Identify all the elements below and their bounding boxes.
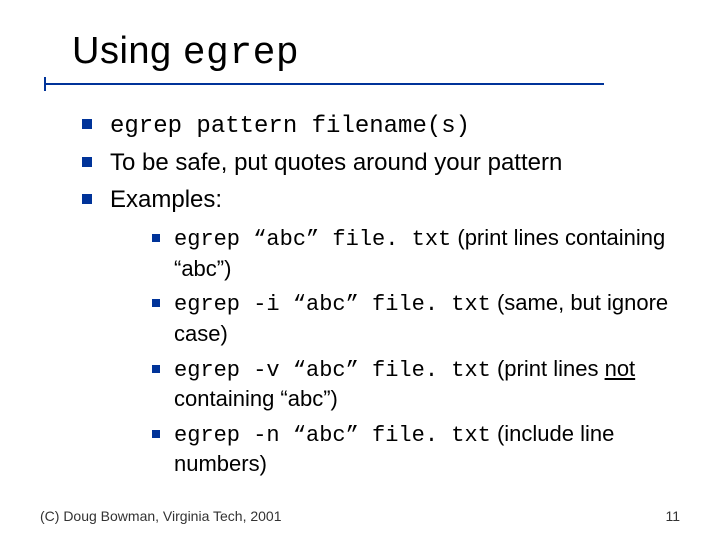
underline-tick <box>44 77 46 91</box>
bullet-examples: Examples: egrep “abc” file. txt (print l… <box>82 184 680 479</box>
example-invert-desc-a: (print lines <box>491 356 605 381</box>
quotes-text: To be safe, put quotes around your patte… <box>110 149 562 176</box>
example-ignore-case-cmd: egrep -i “abc” file. txt <box>174 292 491 317</box>
bullet-quotes: To be safe, put quotes around your patte… <box>82 147 680 179</box>
example-line-numbers: egrep -n “abc” file. txt (include line n… <box>152 420 680 479</box>
example-line-numbers-cmd: egrep -n “abc” file. txt <box>174 423 491 448</box>
slide-footer: (C) Doug Bowman, Virginia Tech, 2001 11 <box>40 508 680 524</box>
example-invert-desc-b: containing “abc”) <box>174 386 338 411</box>
example-ignore-case: egrep -i “abc” file. txt (same, but igno… <box>152 289 680 348</box>
slide-content: Using egrep egrep pattern filename(s) To… <box>0 0 720 479</box>
main-bullet-list: egrep pattern filename(s) To be safe, pu… <box>72 109 680 479</box>
example-invert: egrep -v “abc” file. txt (print lines no… <box>152 355 680 414</box>
title-prefix: Using <box>72 30 183 72</box>
title-underline <box>44 83 680 85</box>
example-basic-cmd: egrep “abc” file. txt <box>174 227 451 252</box>
footer-copyright: (C) Doug Bowman, Virginia Tech, 2001 <box>40 508 282 524</box>
slide-title: Using egrep <box>72 30 680 75</box>
example-invert-desc-not: not <box>605 356 636 381</box>
usage-text: egrep pattern filename(s) <box>110 113 470 140</box>
examples-list: egrep “abc” file. txt (print lines conta… <box>110 224 680 479</box>
underline-rule <box>44 83 604 85</box>
example-basic: egrep “abc” file. txt (print lines conta… <box>152 224 680 283</box>
title-command: egrep <box>183 32 300 75</box>
bullet-usage: egrep pattern filename(s) <box>82 109 680 143</box>
example-invert-cmd: egrep -v “abc” file. txt <box>174 358 491 383</box>
footer-page-number: 11 <box>665 508 680 524</box>
examples-text: Examples: <box>110 186 222 213</box>
